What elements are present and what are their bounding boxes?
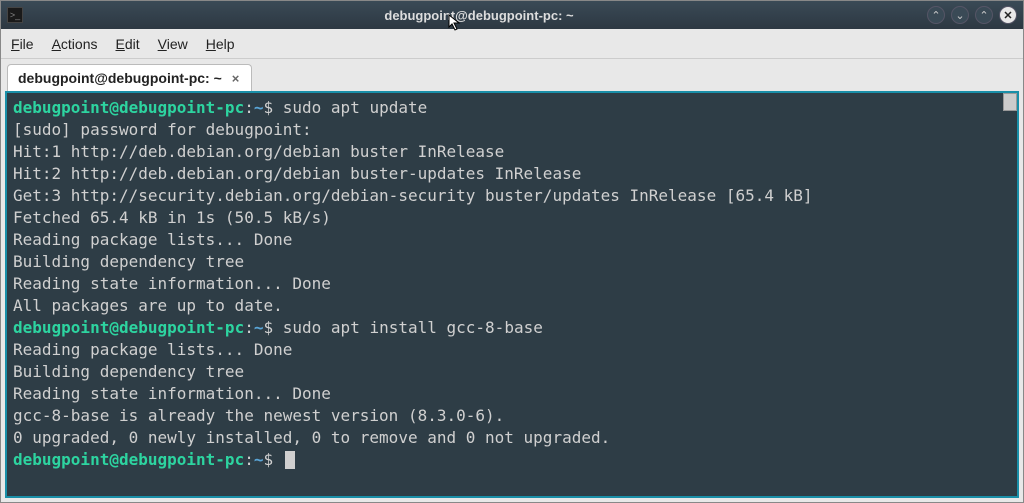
menu-actions[interactable]: Actions bbox=[52, 36, 98, 52]
output-line: Hit:1 http://deb.debian.org/debian buste… bbox=[13, 142, 504, 161]
output-line: gcc-8-base is already the newest version… bbox=[13, 406, 504, 425]
prompt-symbol: $ bbox=[263, 450, 273, 469]
menu-edit[interactable]: Edit bbox=[116, 36, 140, 52]
tab-close-icon[interactable]: × bbox=[230, 71, 242, 86]
prompt-host: debugpoint-pc bbox=[119, 450, 244, 469]
prompt-symbol: $ bbox=[263, 318, 273, 337]
menu-help[interactable]: Help bbox=[206, 36, 235, 52]
output-line: Reading package lists... Done bbox=[13, 340, 292, 359]
close-button[interactable]: ✕ bbox=[999, 6, 1017, 24]
output-line: Fetched 65.4 kB in 1s (50.5 kB/s) bbox=[13, 208, 331, 227]
menu-file[interactable]: File bbox=[11, 36, 34, 52]
output-line: Building dependency tree bbox=[13, 252, 244, 271]
scrollbar-up-icon[interactable] bbox=[1003, 93, 1017, 111]
output-line: Get:3 http://security.debian.org/debian-… bbox=[13, 186, 813, 205]
prompt-symbol: $ bbox=[263, 98, 273, 117]
prompt-host: debugpoint-pc bbox=[119, 98, 244, 117]
prompt-at: @ bbox=[109, 98, 119, 117]
output-line: Reading package lists... Done bbox=[13, 230, 292, 249]
command-2: sudo apt install gcc-8-base bbox=[273, 318, 543, 337]
output-line: Reading state information... Done bbox=[13, 384, 331, 403]
output-line: Building dependency tree bbox=[13, 362, 244, 381]
menubar: File Actions Edit View Help bbox=[1, 29, 1023, 59]
prompt-user: debugpoint bbox=[13, 318, 109, 337]
tab-bar: debugpoint@debugpoint-pc: ~ × bbox=[1, 59, 1023, 91]
prompt-at: @ bbox=[109, 318, 119, 337]
terminal-tab[interactable]: debugpoint@debugpoint-pc: ~ × bbox=[7, 64, 252, 91]
prompt-colon: : bbox=[244, 98, 254, 117]
tab-label: debugpoint@debugpoint-pc: ~ bbox=[18, 70, 222, 86]
prompt-colon: : bbox=[244, 450, 254, 469]
window-title: debugpoint@debugpoint-pc: ~ bbox=[31, 8, 927, 23]
titlebar: >_ debugpoint@debugpoint-pc: ~ ⌃ ⌄ ⌃ ✕ bbox=[1, 1, 1023, 29]
output-line: [sudo] password for debugpoint: bbox=[13, 120, 312, 139]
prompt-colon: : bbox=[244, 318, 254, 337]
window-controls: ⌃ ⌄ ⌃ ✕ bbox=[927, 6, 1017, 24]
terminal-output[interactable]: debugpoint@debugpoint-pc:~$ sudo apt upd… bbox=[5, 91, 1019, 498]
command-1: sudo apt update bbox=[273, 98, 427, 117]
minimize-button[interactable]: ⌄ bbox=[951, 6, 969, 24]
maximize-button[interactable]: ⌃ bbox=[975, 6, 993, 24]
menu-view[interactable]: View bbox=[158, 36, 188, 52]
cursor-icon bbox=[285, 451, 295, 469]
output-line: Reading state information... Done bbox=[13, 274, 331, 293]
output-line: All packages are up to date. bbox=[13, 296, 283, 315]
prompt-at: @ bbox=[109, 450, 119, 469]
terminal-icon: >_ bbox=[7, 7, 23, 23]
command-3 bbox=[273, 450, 283, 469]
prompt-host: debugpoint-pc bbox=[119, 318, 244, 337]
prompt-user: debugpoint bbox=[13, 98, 109, 117]
output-line: 0 upgraded, 0 newly installed, 0 to remo… bbox=[13, 428, 610, 447]
prompt-user: debugpoint bbox=[13, 450, 109, 469]
terminal-window: >_ debugpoint@debugpoint-pc: ~ ⌃ ⌄ ⌃ ✕ F… bbox=[0, 0, 1024, 503]
shade-button[interactable]: ⌃ bbox=[927, 6, 945, 24]
output-line: Hit:2 http://deb.debian.org/debian buste… bbox=[13, 164, 581, 183]
